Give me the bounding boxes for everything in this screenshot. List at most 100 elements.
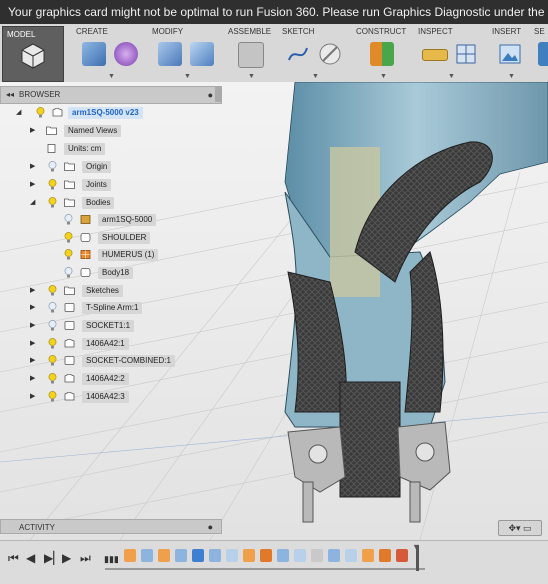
tree-item-origin[interactable]: ▶ Origin [0, 160, 222, 174]
expand-arrow-icon[interactable]: ▶ [30, 337, 38, 351]
timeline-feature-icon[interactable] [379, 549, 391, 562]
expand-arrow-icon[interactable]: ▶ [30, 354, 38, 368]
timeline-feature-icon[interactable] [243, 549, 255, 562]
orbit-icon[interactable]: ✥▾ [508, 523, 520, 533]
sphere-icon[interactable] [114, 42, 138, 66]
visibility-bulb-icon[interactable] [48, 197, 57, 208]
tree-item-units[interactable]: Units: cm [0, 142, 222, 156]
timeline-back-icon[interactable]: ◀ [26, 551, 35, 565]
expand-arrow-icon[interactable]: ▶ [30, 124, 38, 138]
tree-item-joints[interactable]: ▶ Joints [0, 178, 222, 192]
expand-arrow-icon[interactable]: ▶ [30, 390, 38, 404]
browser-header[interactable]: ◂◂ BROWSER ● [0, 86, 222, 104]
visibility-bulb-icon[interactable] [64, 214, 73, 225]
timeline-feature-icon[interactable] [175, 549, 187, 562]
visibility-bulb-icon[interactable] [64, 249, 73, 260]
timeline-play-icon[interactable]: ▶ [62, 551, 71, 565]
tree-item-sketches[interactable]: ▶ Sketches [0, 284, 222, 298]
navigation-controls[interactable]: ✥▾ ▭ [498, 520, 542, 536]
expand-arrow-icon[interactable]: ▶ [30, 178, 38, 192]
visibility-bulb-icon[interactable] [48, 285, 57, 296]
timeline-forward-icon[interactable]: ▶▏ [44, 551, 62, 565]
browser-split-icon[interactable] [215, 87, 221, 102]
sketch-dropdown-icon[interactable]: ▼ [312, 73, 319, 80]
visibility-bulb-icon[interactable] [48, 320, 57, 331]
select-group[interactable]: SE [530, 24, 548, 82]
insert-group[interactable]: INSERT ▼ [488, 24, 530, 82]
tree-item-1406a42-3[interactable]: ▶ 1406A42:3 [0, 390, 222, 404]
tree-item-body-humerus[interactable]: HUMERUS (1) [0, 248, 222, 262]
timeline-filter-icon[interactable]: ▮▮▮ [104, 554, 119, 565]
visibility-bulb-icon[interactable] [48, 161, 57, 172]
offset-plane-icon[interactable] [370, 42, 394, 66]
timeline-feature-icon[interactable] [209, 549, 221, 562]
visibility-bulb-icon[interactable] [48, 373, 57, 384]
tree-root[interactable]: ◢ arm1SQ-5000 v23 [0, 106, 222, 120]
press-pull-icon[interactable] [158, 42, 182, 66]
visibility-bulb-icon[interactable] [36, 107, 45, 118]
insert-image-icon[interactable] [498, 42, 522, 66]
timeline-feature-icon[interactable] [192, 549, 204, 562]
activity-pin-icon[interactable]: ● [208, 520, 213, 535]
assemble-group[interactable]: ASSEMBLE ▼ [224, 24, 278, 82]
visibility-bulb-icon[interactable] [48, 391, 57, 402]
expand-arrow-icon[interactable]: ▶ [30, 319, 38, 333]
expand-arrow-icon[interactable]: ▶ [30, 284, 38, 298]
activity-panel-header[interactable]: ACTIVITY ● [0, 519, 222, 534]
expand-arrow-icon[interactable]: ▶ [30, 372, 38, 386]
timeline-track[interactable] [105, 568, 425, 570]
workspace-switcher[interactable]: MODEL [2, 26, 64, 82]
visibility-bulb-icon[interactable] [64, 232, 73, 243]
timeline-feature-icon[interactable] [158, 549, 170, 562]
timeline-feature-icon[interactable] [124, 549, 136, 562]
timeline-feature-icon[interactable] [345, 549, 357, 562]
timeline-feature-icon[interactable] [260, 549, 272, 562]
visibility-bulb-icon[interactable] [48, 302, 57, 313]
timeline-marker-head-icon[interactable]: ▼ [412, 542, 421, 552]
timeline-feature-icon[interactable] [328, 549, 340, 562]
fillet-icon[interactable] [190, 42, 214, 66]
timeline-end-icon[interactable]: ⏭ [80, 551, 91, 566]
inspect-dropdown-icon[interactable]: ▼ [448, 73, 455, 80]
stop-sketch-icon[interactable] [318, 42, 342, 66]
inspect-group[interactable]: INSPECT ▼ [414, 24, 488, 82]
create-dropdown-icon[interactable]: ▼ [108, 73, 115, 80]
construct-dropdown-icon[interactable]: ▼ [380, 73, 387, 80]
insert-dropdown-icon[interactable]: ▼ [508, 73, 515, 80]
expand-arrow-icon[interactable]: ▶ [30, 160, 38, 174]
tree-item-body-arm1sq[interactable]: arm1SQ-5000 [0, 213, 222, 227]
timeline-feature-icon[interactable] [277, 549, 289, 562]
tree-item-bodies[interactable]: ◢ Bodies [0, 196, 222, 210]
modify-dropdown-icon[interactable]: ▼ [184, 73, 191, 80]
timeline-feature-icon[interactable] [294, 549, 306, 562]
create-group[interactable]: CREATE ▼ [72, 24, 148, 82]
collapse-arrow-icon[interactable]: ◢ [16, 106, 24, 120]
tree-item-named-views[interactable]: ▶ Named Views [0, 124, 222, 138]
select-icon[interactable] [538, 42, 548, 66]
timeline-feature-icon[interactable] [141, 549, 153, 562]
display-settings-icon[interactable]: ▭ [523, 523, 532, 533]
tree-item-tspline-arm[interactable]: ▶ T-Spline Arm:1 [0, 301, 222, 315]
timeline-start-icon[interactable]: ⏮ [8, 551, 19, 566]
timeline-feature-icon[interactable] [226, 549, 238, 562]
visibility-bulb-icon[interactable] [48, 179, 57, 190]
visibility-bulb-icon[interactable] [48, 338, 57, 349]
timeline-feature-icon[interactable] [362, 549, 374, 562]
tree-item-body-shoulder[interactable]: SHOULDER [0, 231, 222, 245]
visibility-bulb-icon[interactable] [64, 267, 73, 278]
timeline-feature-icon[interactable] [311, 549, 323, 562]
tree-item-socket1[interactable]: ▶ SOCKET1:1 [0, 319, 222, 333]
measure-icon[interactable] [422, 49, 448, 61]
sketch-group[interactable]: SKETCH ▼ [278, 24, 352, 82]
spline-icon[interactable] [286, 42, 310, 66]
browser-pin-icon[interactable]: ● [208, 87, 213, 103]
timeline-feature-icon[interactable] [396, 549, 408, 562]
collapse-arrow-icon[interactable]: ◢ [30, 196, 38, 210]
tree-item-socket-combined[interactable]: ▶ SOCKET-COMBINED:1 [0, 354, 222, 368]
visibility-bulb-icon[interactable] [48, 355, 57, 366]
collapse-browser-icon[interactable]: ◂◂ [6, 87, 14, 103]
assemble-dropdown-icon[interactable]: ▼ [248, 73, 255, 80]
joint-icon[interactable] [238, 42, 264, 68]
expand-arrow-icon[interactable]: ▶ [30, 301, 38, 315]
tree-item-1406a42-2[interactable]: ▶ 1406A42:2 [0, 372, 222, 386]
